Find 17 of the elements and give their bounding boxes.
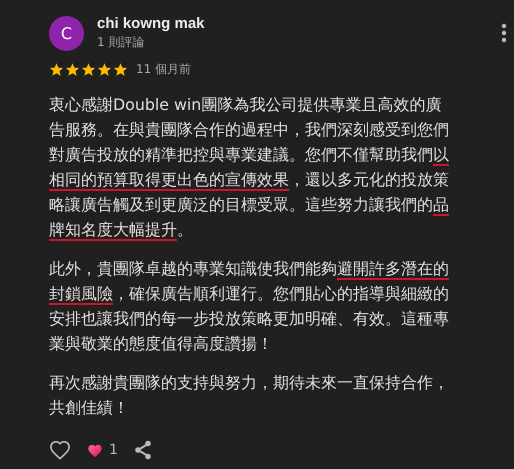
- review-paragraph: 衷心感謝Double win團隊為我公司提供專業且高效的廣告服務。在與貴團隊合作的過程中，我們深刻感受到您們對廣告投放的精準把控與專業建議。您們不僅幫助我們以相同的預算取得更出色的宣傳效果，還以多元化的投放策略讓廣告觸及到更廣泛的目標受眾。這些努力讓我們的品牌知名度大幅提升。: [49, 94, 450, 242]
- author-name: chi kowng mak: [97, 15, 205, 32]
- share-icon[interactable]: [134, 440, 152, 460]
- star-icon: [113, 62, 128, 77]
- star-icon: [49, 62, 64, 77]
- like-button[interactable]: [49, 440, 71, 460]
- review-paragraph: 此外，貴團隊卓越的專業知識使我們能夠避開許多潛在的封鎖風險，確保廣告順利運行。您們貼心的指導與細緻的安排也讓我們的每一步投放策略更加明確、有效。這種專業與敬業的態度值得高度讚揚！: [49, 258, 450, 355]
- star-icon: [81, 62, 96, 77]
- review-count: 1 則評論: [97, 34, 146, 51]
- reaction-count: 1: [109, 442, 118, 458]
- more-icon[interactable]: [501, 23, 507, 43]
- star-icon: [97, 62, 112, 77]
- heart-icon: [87, 442, 103, 458]
- review-time: 11 個月前: [136, 61, 192, 78]
- review-paragraph: 再次感謝貴團隊的支持與努力，期待未來一直保持合作，共創佳績！: [49, 372, 450, 419]
- avatar: C: [49, 16, 84, 50]
- star-icon: [65, 62, 80, 77]
